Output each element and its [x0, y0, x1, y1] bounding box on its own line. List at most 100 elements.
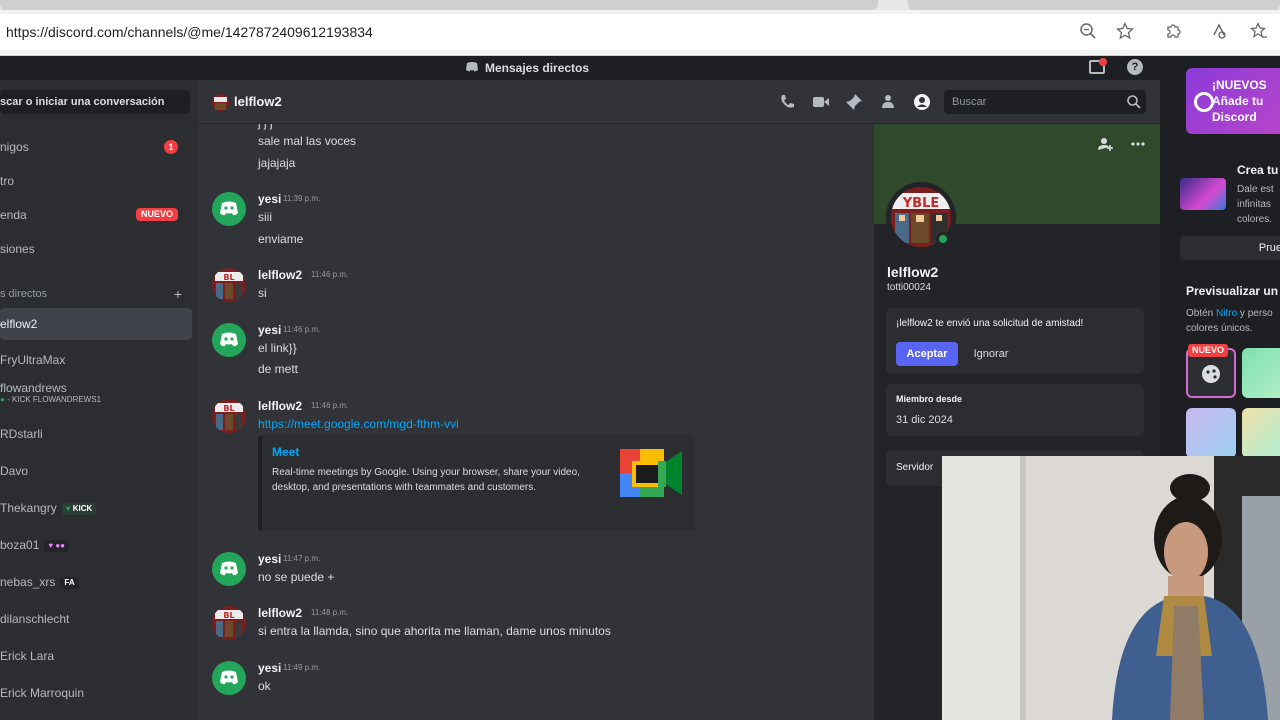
nav-shop[interactable]: enda NUEVO — [0, 200, 190, 230]
svg-text:BL: BL — [223, 404, 234, 413]
nitro-banner[interactable]: ¡NUEVOS Añade tu Discord — [1186, 68, 1280, 134]
online-status-indicator — [936, 232, 950, 246]
active-tab[interactable] — [0, 0, 878, 10]
message-author[interactable]: lelflow2 — [258, 268, 302, 282]
dm-item[interactable]: Davo — [0, 455, 192, 487]
ignore-button[interactable]: Ignorar — [966, 342, 1016, 366]
avatar — [212, 94, 229, 111]
message-timestamp: 11:46 p.m. — [311, 270, 349, 279]
dm-name: flowandrews — [0, 381, 67, 395]
nav-friends[interactable]: nigos 1 — [0, 132, 190, 162]
video-call-icon[interactable] — [812, 93, 830, 111]
embed-description: Real-time meetings by Google. Using your… — [272, 467, 580, 493]
create-dm-button[interactable]: + — [174, 286, 182, 302]
extensions-icon[interactable] — [1163, 22, 1183, 42]
dm-item[interactable]: elflow2 — [0, 308, 192, 340]
meet-link[interactable]: https://meet.google.com/mgd-fthm-vvi — [258, 417, 459, 431]
preview-title: Previsualizar un — [1186, 284, 1279, 298]
message: BL lelflow2 11:48 p.m. si entra la llamd… — [198, 606, 874, 646]
dm-item[interactable]: RDstarli — [0, 418, 192, 450]
zoom-icon[interactable] — [1078, 22, 1098, 42]
nav-missions-label: siones — [0, 242, 35, 256]
member-since-label: Miembro desde — [896, 394, 963, 404]
dm-item[interactable]: nebas_xrs FA — [0, 566, 192, 598]
avatar[interactable] — [212, 552, 246, 586]
friends-badge: 1 — [164, 140, 178, 154]
link-embed: Meet Real-time meetings by Google. Using… — [258, 435, 695, 531]
message-text: el link}} — [258, 341, 297, 355]
dm-item[interactable]: dilanschlecht — [0, 603, 192, 635]
nitro-banner-line: Discord — [1212, 110, 1257, 124]
message-author[interactable]: yesi — [258, 552, 281, 566]
favorites-bar-icon[interactable] — [1249, 21, 1269, 42]
sync-icon[interactable] — [1209, 22, 1229, 42]
accept-button[interactable]: Aceptar — [896, 342, 958, 366]
discord-logo-icon — [220, 670, 238, 685]
try-button[interactable]: Prue — [1180, 236, 1280, 260]
dm-tag: ♥ ●● — [44, 540, 70, 552]
webcam-overlay — [942, 456, 1280, 720]
avatar[interactable]: BL — [212, 268, 246, 302]
embed-title[interactable]: Meet — [272, 445, 299, 459]
browser-toolbar: https://discord.com/channels/@me/1427872… — [0, 0, 1280, 56]
search-input[interactable] — [944, 90, 1124, 114]
find-conversation-button[interactable]: scar o iniciar una conversación — [0, 90, 190, 114]
app-title-bar: Mensajes directos ? — [0, 56, 1160, 80]
dm-item[interactable]: Erick Marroquin — [0, 677, 192, 709]
profile-username: totti00024 — [887, 282, 931, 293]
friend-request-card: ¡lelflow2 te envió una solicitud de amis… — [886, 308, 1144, 374]
message-text: si entra la llamda, sino que ahorita me … — [258, 624, 611, 638]
favorite-star-icon[interactable] — [1115, 21, 1135, 42]
message-text: no se puede + — [258, 570, 335, 584]
dm-item[interactable]: FryUltraMax — [0, 344, 192, 376]
app-title: Mensajes directos — [485, 61, 590, 75]
theme-swatch[interactable] — [1186, 408, 1236, 458]
nav-nitro[interactable]: tro — [0, 166, 190, 196]
member-since-date: 31 dic 2024 — [896, 414, 953, 426]
dm-item[interactable]: boza01 ♥ ●● — [0, 529, 192, 561]
add-friends-to-dm-icon[interactable] — [879, 93, 897, 111]
message-timestamp: 11:39 p.m. — [283, 194, 321, 203]
message-author[interactable]: lelflow2 — [258, 399, 302, 413]
dm-tag: ♥ KICK — [61, 503, 97, 515]
dm-name: boza01 — [0, 538, 40, 552]
pin-icon[interactable] — [845, 93, 863, 111]
dm-name: Davo — [0, 464, 29, 478]
tab-strip — [0, 0, 1280, 10]
message-author[interactable]: yesi — [258, 661, 281, 675]
message-text: siii — [258, 210, 272, 224]
nitro-banner-line: ¡NUEVOS — [1212, 78, 1267, 92]
inbox-icon[interactable] — [1089, 58, 1107, 74]
svg-text:YBLE: YBLE — [902, 196, 940, 211]
other-tab[interactable] — [908, 0, 1280, 10]
nav-missions[interactable]: siones — [0, 234, 190, 264]
avatar[interactable]: BL — [212, 606, 246, 640]
discord-small-icon — [466, 62, 478, 72]
message-author[interactable]: yesi — [258, 192, 281, 206]
theme-swatch[interactable] — [1242, 408, 1280, 458]
help-icon[interactable]: ? — [1127, 59, 1143, 75]
dm-status: - KICK FLOWANDREWS1 — [7, 395, 102, 404]
message-author[interactable]: lelflow2 — [258, 606, 302, 620]
message-text: sale mal las voces — [258, 134, 357, 148]
avatar[interactable] — [212, 323, 246, 357]
more-options-icon[interactable] — [1128, 136, 1148, 156]
dm-item[interactable]: Erick Lara — [0, 640, 192, 672]
dm-item[interactable]: flowandrews ● - KICK FLOWANDREWS1 — [0, 376, 192, 408]
avatar[interactable] — [212, 192, 246, 226]
avatar[interactable]: BL — [212, 399, 246, 433]
url-text[interactable]: https://discord.com/channels/@me/1427872… — [6, 24, 373, 40]
search-icon — [1127, 95, 1141, 109]
dm-item[interactable]: Thekangry ♥ KICK — [0, 492, 192, 524]
add-friend-icon[interactable] — [1095, 136, 1115, 156]
user-profile-icon[interactable] — [913, 93, 931, 111]
avatar[interactable] — [212, 661, 246, 695]
message-author[interactable]: yesi — [258, 323, 281, 337]
search-box[interactable] — [944, 90, 1146, 114]
theme-swatch[interactable] — [1242, 348, 1280, 398]
nitro-link[interactable]: Nitro — [1216, 308, 1237, 319]
nitro-icon — [1194, 92, 1214, 112]
message-timestamp: 11:49 p.m. — [283, 663, 321, 672]
message-list: j j j sale mal las voces jajajaja yesi 1… — [198, 124, 874, 720]
voice-call-icon[interactable] — [778, 93, 796, 111]
